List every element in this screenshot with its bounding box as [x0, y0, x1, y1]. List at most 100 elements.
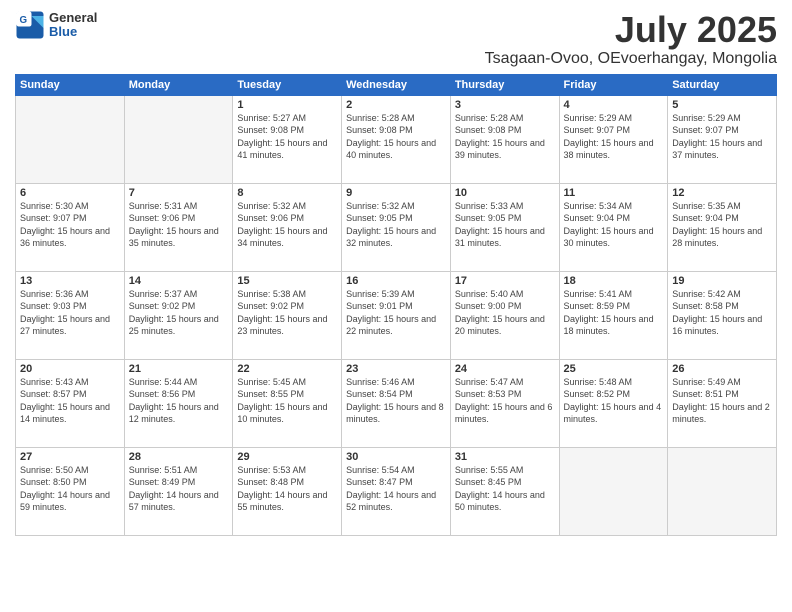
calendar-day-cell: 4Sunrise: 5:29 AM Sunset: 9:07 PM Daylig…	[559, 95, 668, 183]
calendar-subtitle: Tsagaan-Ovoo, OEvoerhangay, Mongolia	[485, 50, 777, 68]
calendar-day-cell: 3Sunrise: 5:28 AM Sunset: 9:08 PM Daylig…	[450, 95, 559, 183]
day-info: Sunrise: 5:43 AM Sunset: 8:57 PM Dayligh…	[20, 376, 120, 426]
calendar-week-row: 27Sunrise: 5:50 AM Sunset: 8:50 PM Dayli…	[16, 447, 777, 535]
day-info: Sunrise: 5:47 AM Sunset: 8:53 PM Dayligh…	[455, 376, 555, 426]
calendar-day-cell: 5Sunrise: 5:29 AM Sunset: 9:07 PM Daylig…	[668, 95, 777, 183]
calendar-day-cell: 20Sunrise: 5:43 AM Sunset: 8:57 PM Dayli…	[16, 359, 125, 447]
calendar-day-cell: 19Sunrise: 5:42 AM Sunset: 8:58 PM Dayli…	[668, 271, 777, 359]
calendar-day-cell: 6Sunrise: 5:30 AM Sunset: 9:07 PM Daylig…	[16, 183, 125, 271]
day-info: Sunrise: 5:34 AM Sunset: 9:04 PM Dayligh…	[564, 200, 664, 250]
day-number: 5	[672, 99, 772, 111]
calendar-day-cell	[16, 95, 125, 183]
logo-text: General Blue	[49, 11, 97, 40]
day-number: 18	[564, 275, 664, 287]
calendar-day-cell: 12Sunrise: 5:35 AM Sunset: 9:04 PM Dayli…	[668, 183, 777, 271]
calendar-table: SundayMondayTuesdayWednesdayThursdayFrid…	[15, 74, 777, 536]
calendar-weekday-header: Friday	[559, 74, 668, 95]
day-number: 16	[346, 275, 446, 287]
day-number: 23	[346, 363, 446, 375]
day-number: 11	[564, 187, 664, 199]
day-info: Sunrise: 5:45 AM Sunset: 8:55 PM Dayligh…	[237, 376, 337, 426]
calendar-day-cell: 21Sunrise: 5:44 AM Sunset: 8:56 PM Dayli…	[124, 359, 233, 447]
calendar-weekday-header: Saturday	[668, 74, 777, 95]
day-info: Sunrise: 5:42 AM Sunset: 8:58 PM Dayligh…	[672, 288, 772, 338]
day-number: 22	[237, 363, 337, 375]
day-info: Sunrise: 5:44 AM Sunset: 8:56 PM Dayligh…	[129, 376, 229, 426]
day-info: Sunrise: 5:32 AM Sunset: 9:06 PM Dayligh…	[237, 200, 337, 250]
calendar-title: July 2025	[485, 10, 777, 50]
day-number: 20	[20, 363, 120, 375]
day-number: 8	[237, 187, 337, 199]
calendar-weekday-header: Thursday	[450, 74, 559, 95]
day-number: 6	[20, 187, 120, 199]
calendar-week-row: 1Sunrise: 5:27 AM Sunset: 9:08 PM Daylig…	[16, 95, 777, 183]
logo-line2: Blue	[49, 25, 97, 39]
day-number: 3	[455, 99, 555, 111]
calendar-day-cell: 27Sunrise: 5:50 AM Sunset: 8:50 PM Dayli…	[16, 447, 125, 535]
calendar-day-cell: 23Sunrise: 5:46 AM Sunset: 8:54 PM Dayli…	[342, 359, 451, 447]
day-number: 28	[129, 451, 229, 463]
day-info: Sunrise: 5:28 AM Sunset: 9:08 PM Dayligh…	[455, 112, 555, 162]
day-info: Sunrise: 5:35 AM Sunset: 9:04 PM Dayligh…	[672, 200, 772, 250]
day-info: Sunrise: 5:55 AM Sunset: 8:45 PM Dayligh…	[455, 464, 555, 514]
calendar-week-row: 13Sunrise: 5:36 AM Sunset: 9:03 PM Dayli…	[16, 271, 777, 359]
day-info: Sunrise: 5:40 AM Sunset: 9:00 PM Dayligh…	[455, 288, 555, 338]
calendar-weekday-header: Tuesday	[233, 74, 342, 95]
calendar-day-cell: 18Sunrise: 5:41 AM Sunset: 8:59 PM Dayli…	[559, 271, 668, 359]
svg-text:G: G	[19, 15, 27, 26]
calendar-day-cell: 7Sunrise: 5:31 AM Sunset: 9:06 PM Daylig…	[124, 183, 233, 271]
day-info: Sunrise: 5:29 AM Sunset: 9:07 PM Dayligh…	[672, 112, 772, 162]
day-info: Sunrise: 5:27 AM Sunset: 9:08 PM Dayligh…	[237, 112, 337, 162]
day-number: 13	[20, 275, 120, 287]
calendar-day-cell: 10Sunrise: 5:33 AM Sunset: 9:05 PM Dayli…	[450, 183, 559, 271]
day-number: 21	[129, 363, 229, 375]
calendar-weekday-header: Wednesday	[342, 74, 451, 95]
calendar-header-row: SundayMondayTuesdayWednesdayThursdayFrid…	[16, 74, 777, 95]
calendar-day-cell: 25Sunrise: 5:48 AM Sunset: 8:52 PM Dayli…	[559, 359, 668, 447]
page: G General Blue July 2025 Tsagaan-Ovoo, O…	[0, 0, 792, 612]
day-number: 31	[455, 451, 555, 463]
calendar-day-cell: 31Sunrise: 5:55 AM Sunset: 8:45 PM Dayli…	[450, 447, 559, 535]
calendar-week-row: 6Sunrise: 5:30 AM Sunset: 9:07 PM Daylig…	[16, 183, 777, 271]
day-info: Sunrise: 5:30 AM Sunset: 9:07 PM Dayligh…	[20, 200, 120, 250]
calendar-day-cell: 2Sunrise: 5:28 AM Sunset: 9:08 PM Daylig…	[342, 95, 451, 183]
day-number: 19	[672, 275, 772, 287]
day-number: 12	[672, 187, 772, 199]
calendar-day-cell: 11Sunrise: 5:34 AM Sunset: 9:04 PM Dayli…	[559, 183, 668, 271]
day-number: 14	[129, 275, 229, 287]
day-number: 15	[237, 275, 337, 287]
day-info: Sunrise: 5:51 AM Sunset: 8:49 PM Dayligh…	[129, 464, 229, 514]
day-number: 7	[129, 187, 229, 199]
logo-icon: G	[15, 10, 45, 40]
day-number: 29	[237, 451, 337, 463]
day-number: 1	[237, 99, 337, 111]
header: G General Blue July 2025 Tsagaan-Ovoo, O…	[15, 10, 777, 68]
day-number: 17	[455, 275, 555, 287]
day-info: Sunrise: 5:38 AM Sunset: 9:02 PM Dayligh…	[237, 288, 337, 338]
day-number: 10	[455, 187, 555, 199]
logo: G General Blue	[15, 10, 97, 40]
day-info: Sunrise: 5:39 AM Sunset: 9:01 PM Dayligh…	[346, 288, 446, 338]
logo-line1: General	[49, 11, 97, 25]
calendar-day-cell: 8Sunrise: 5:32 AM Sunset: 9:06 PM Daylig…	[233, 183, 342, 271]
calendar-day-cell: 16Sunrise: 5:39 AM Sunset: 9:01 PM Dayli…	[342, 271, 451, 359]
day-number: 30	[346, 451, 446, 463]
day-info: Sunrise: 5:46 AM Sunset: 8:54 PM Dayligh…	[346, 376, 446, 426]
day-number: 27	[20, 451, 120, 463]
calendar-weekday-header: Monday	[124, 74, 233, 95]
day-info: Sunrise: 5:50 AM Sunset: 8:50 PM Dayligh…	[20, 464, 120, 514]
day-info: Sunrise: 5:33 AM Sunset: 9:05 PM Dayligh…	[455, 200, 555, 250]
calendar-day-cell: 29Sunrise: 5:53 AM Sunset: 8:48 PM Dayli…	[233, 447, 342, 535]
day-number: 25	[564, 363, 664, 375]
day-info: Sunrise: 5:48 AM Sunset: 8:52 PM Dayligh…	[564, 376, 664, 426]
day-info: Sunrise: 5:29 AM Sunset: 9:07 PM Dayligh…	[564, 112, 664, 162]
calendar-day-cell: 17Sunrise: 5:40 AM Sunset: 9:00 PM Dayli…	[450, 271, 559, 359]
calendar-week-row: 20Sunrise: 5:43 AM Sunset: 8:57 PM Dayli…	[16, 359, 777, 447]
calendar-day-cell: 15Sunrise: 5:38 AM Sunset: 9:02 PM Dayli…	[233, 271, 342, 359]
title-block: July 2025 Tsagaan-Ovoo, OEvoerhangay, Mo…	[485, 10, 777, 68]
day-info: Sunrise: 5:53 AM Sunset: 8:48 PM Dayligh…	[237, 464, 337, 514]
calendar-day-cell	[124, 95, 233, 183]
day-info: Sunrise: 5:49 AM Sunset: 8:51 PM Dayligh…	[672, 376, 772, 426]
day-info: Sunrise: 5:36 AM Sunset: 9:03 PM Dayligh…	[20, 288, 120, 338]
day-info: Sunrise: 5:41 AM Sunset: 8:59 PM Dayligh…	[564, 288, 664, 338]
